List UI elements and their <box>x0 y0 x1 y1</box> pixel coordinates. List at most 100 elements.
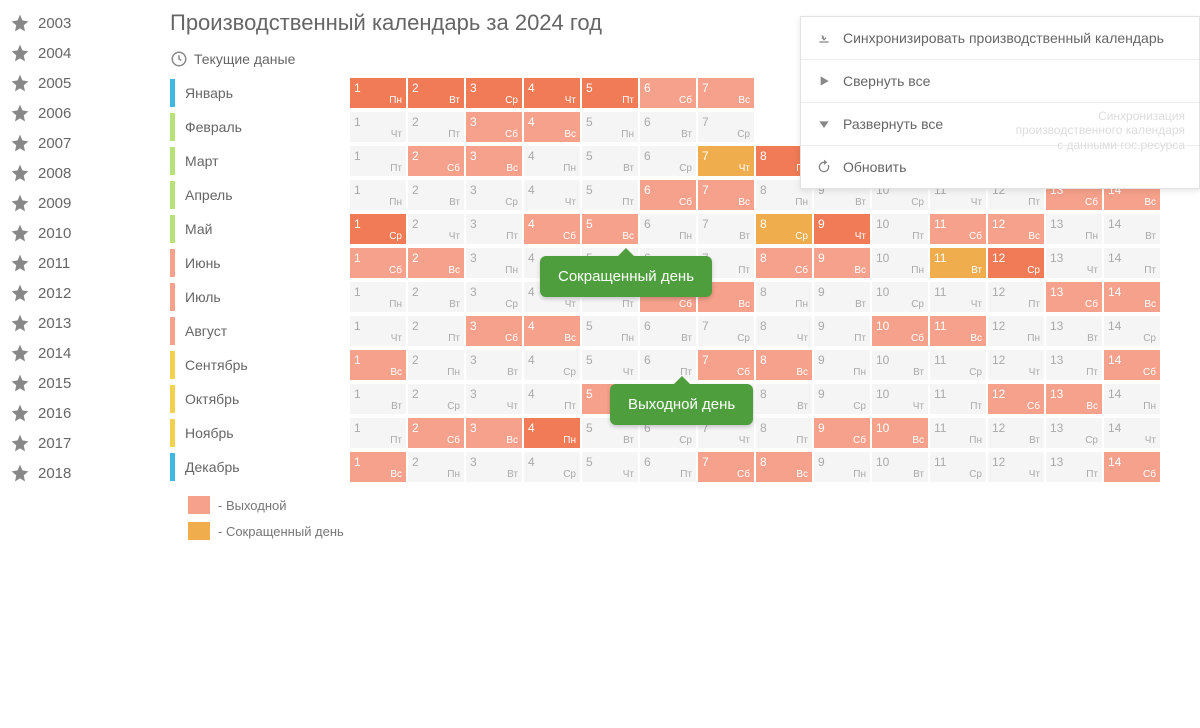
day-cell[interactable]: 3Вт <box>466 350 522 380</box>
day-cell[interactable]: 13Пт <box>1046 350 1102 380</box>
day-cell[interactable]: 10Чт <box>872 384 928 414</box>
day-cell[interactable]: 1Сб <box>350 248 406 278</box>
day-cell[interactable]: 12Сб <box>988 384 1044 414</box>
day-cell[interactable]: 3Вт <box>466 452 522 482</box>
day-cell[interactable]: 7Сб <box>698 350 754 380</box>
day-cell[interactable]: 5Пн <box>582 316 638 346</box>
day-cell[interactable]: 9Пн <box>814 350 870 380</box>
day-cell[interactable]: 7Вс <box>698 78 754 108</box>
day-cell[interactable]: 1Пн <box>350 78 406 108</box>
year-item-2015[interactable]: 2015 <box>0 368 130 398</box>
day-cell[interactable]: 10Пт <box>872 214 928 244</box>
day-cell[interactable]: 14Чт <box>1104 418 1160 448</box>
year-item-2012[interactable]: 2012 <box>0 278 130 308</box>
day-cell[interactable]: 13Вт <box>1046 316 1102 346</box>
day-cell[interactable]: 14Ср <box>1104 316 1160 346</box>
day-cell[interactable]: 7Чт <box>698 146 754 176</box>
day-cell[interactable]: 14Вс <box>1104 282 1160 312</box>
day-cell[interactable]: 4Чт <box>524 180 580 210</box>
day-cell[interactable]: 6Ср <box>640 146 696 176</box>
day-cell[interactable]: 13Сб <box>1046 282 1102 312</box>
day-cell[interactable]: 2Пт <box>408 316 464 346</box>
day-cell[interactable]: 9Ср <box>814 384 870 414</box>
day-cell[interactable]: 14Сб <box>1104 350 1160 380</box>
day-cell[interactable]: 4Пн <box>524 418 580 448</box>
day-cell[interactable]: 6Вт <box>640 112 696 142</box>
year-item-2007[interactable]: 2007 <box>0 128 130 158</box>
day-cell[interactable]: 10Сб <box>872 316 928 346</box>
day-cell[interactable]: 7Ср <box>698 316 754 346</box>
day-cell[interactable]: 1Пн <box>350 282 406 312</box>
day-cell[interactable]: 1Пн <box>350 180 406 210</box>
day-cell[interactable]: 7Вс <box>698 180 754 210</box>
day-cell[interactable]: 11Пн <box>930 418 986 448</box>
day-cell[interactable]: 6Пт <box>640 452 696 482</box>
day-cell[interactable]: 1Вт <box>350 384 406 414</box>
day-cell[interactable]: 1Пт <box>350 146 406 176</box>
day-cell[interactable]: 3Вс <box>466 418 522 448</box>
day-cell[interactable]: 3Вс <box>466 146 522 176</box>
year-item-2014[interactable]: 2014 <box>0 338 130 368</box>
day-cell[interactable]: 8Пт <box>756 418 812 448</box>
day-cell[interactable]: 4Вс <box>524 112 580 142</box>
day-cell[interactable]: 11Пт <box>930 384 986 414</box>
day-cell[interactable]: 2Чт <box>408 214 464 244</box>
day-cell[interactable]: 4Пт <box>524 384 580 414</box>
day-cell[interactable]: 5Пт <box>582 180 638 210</box>
year-item-2018[interactable]: 2018 <box>0 458 130 488</box>
day-cell[interactable]: 1Вс <box>350 350 406 380</box>
day-cell[interactable]: 4Пн <box>524 146 580 176</box>
day-cell[interactable]: 8Вт <box>756 384 812 414</box>
day-cell[interactable]: 2Вс <box>408 248 464 278</box>
day-cell[interactable]: 4Ср <box>524 350 580 380</box>
year-item-2008[interactable]: 2008 <box>0 158 130 188</box>
day-cell[interactable]: 5Пн <box>582 112 638 142</box>
year-item-2013[interactable]: 2013 <box>0 308 130 338</box>
day-cell[interactable]: 12Чт <box>988 350 1044 380</box>
day-cell[interactable]: 9Вт <box>814 282 870 312</box>
day-cell[interactable]: 12Чт <box>988 452 1044 482</box>
day-cell[interactable]: 13Ср <box>1046 418 1102 448</box>
year-item-2017[interactable]: 2017 <box>0 428 130 458</box>
day-cell[interactable]: 5Чт <box>582 452 638 482</box>
day-cell[interactable]: 7Ср <box>698 112 754 142</box>
day-cell[interactable]: 11Ср <box>930 452 986 482</box>
year-item-2005[interactable]: 2005 <box>0 68 130 98</box>
day-cell[interactable]: 8Сб <box>756 248 812 278</box>
year-item-2016[interactable]: 2016 <box>0 398 130 428</box>
year-item-2010[interactable]: 2010 <box>0 218 130 248</box>
day-cell[interactable]: 12Вт <box>988 418 1044 448</box>
day-cell[interactable]: 7Вт <box>698 214 754 244</box>
day-cell[interactable]: 5Вт <box>582 146 638 176</box>
day-cell[interactable]: 1Ср <box>350 214 406 244</box>
day-cell[interactable]: 1Вс <box>350 452 406 482</box>
day-cell[interactable]: 14Вт <box>1104 214 1160 244</box>
day-cell[interactable]: 7Сб <box>698 452 754 482</box>
expand-button[interactable]: Развернуть все Синхронизация производств… <box>801 103 1199 146</box>
day-cell[interactable]: 2Сб <box>408 418 464 448</box>
day-cell[interactable]: 3Сб <box>466 316 522 346</box>
day-cell[interactable]: 2Вт <box>408 180 464 210</box>
day-cell[interactable]: 2Сб <box>408 146 464 176</box>
day-cell[interactable]: 9Пн <box>814 452 870 482</box>
day-cell[interactable]: 12Вс <box>988 214 1044 244</box>
day-cell[interactable]: 10Вт <box>872 452 928 482</box>
day-cell[interactable]: 9Вс <box>814 248 870 278</box>
day-cell[interactable]: 11Сб <box>930 214 986 244</box>
day-cell[interactable]: 1Чт <box>350 316 406 346</box>
day-cell[interactable]: 1Пт <box>350 418 406 448</box>
day-cell[interactable]: 3Пн <box>466 248 522 278</box>
day-cell[interactable]: 11Вс <box>930 316 986 346</box>
refresh-button[interactable]: Обновить <box>801 146 1199 188</box>
day-cell[interactable]: 8Вс <box>756 452 812 482</box>
day-cell[interactable]: 9Пт <box>814 316 870 346</box>
day-cell[interactable]: 8Ср <box>756 214 812 244</box>
day-cell[interactable]: 2Ср <box>408 384 464 414</box>
day-cell[interactable]: 6Вт <box>640 316 696 346</box>
day-cell[interactable]: 10Пн <box>872 248 928 278</box>
collapse-button[interactable]: Свернуть все <box>801 60 1199 103</box>
day-cell[interactable]: 13Чт <box>1046 248 1102 278</box>
day-cell[interactable]: 3Ср <box>466 180 522 210</box>
day-cell[interactable]: 3Сб <box>466 112 522 142</box>
day-cell[interactable]: 4Сб <box>524 214 580 244</box>
